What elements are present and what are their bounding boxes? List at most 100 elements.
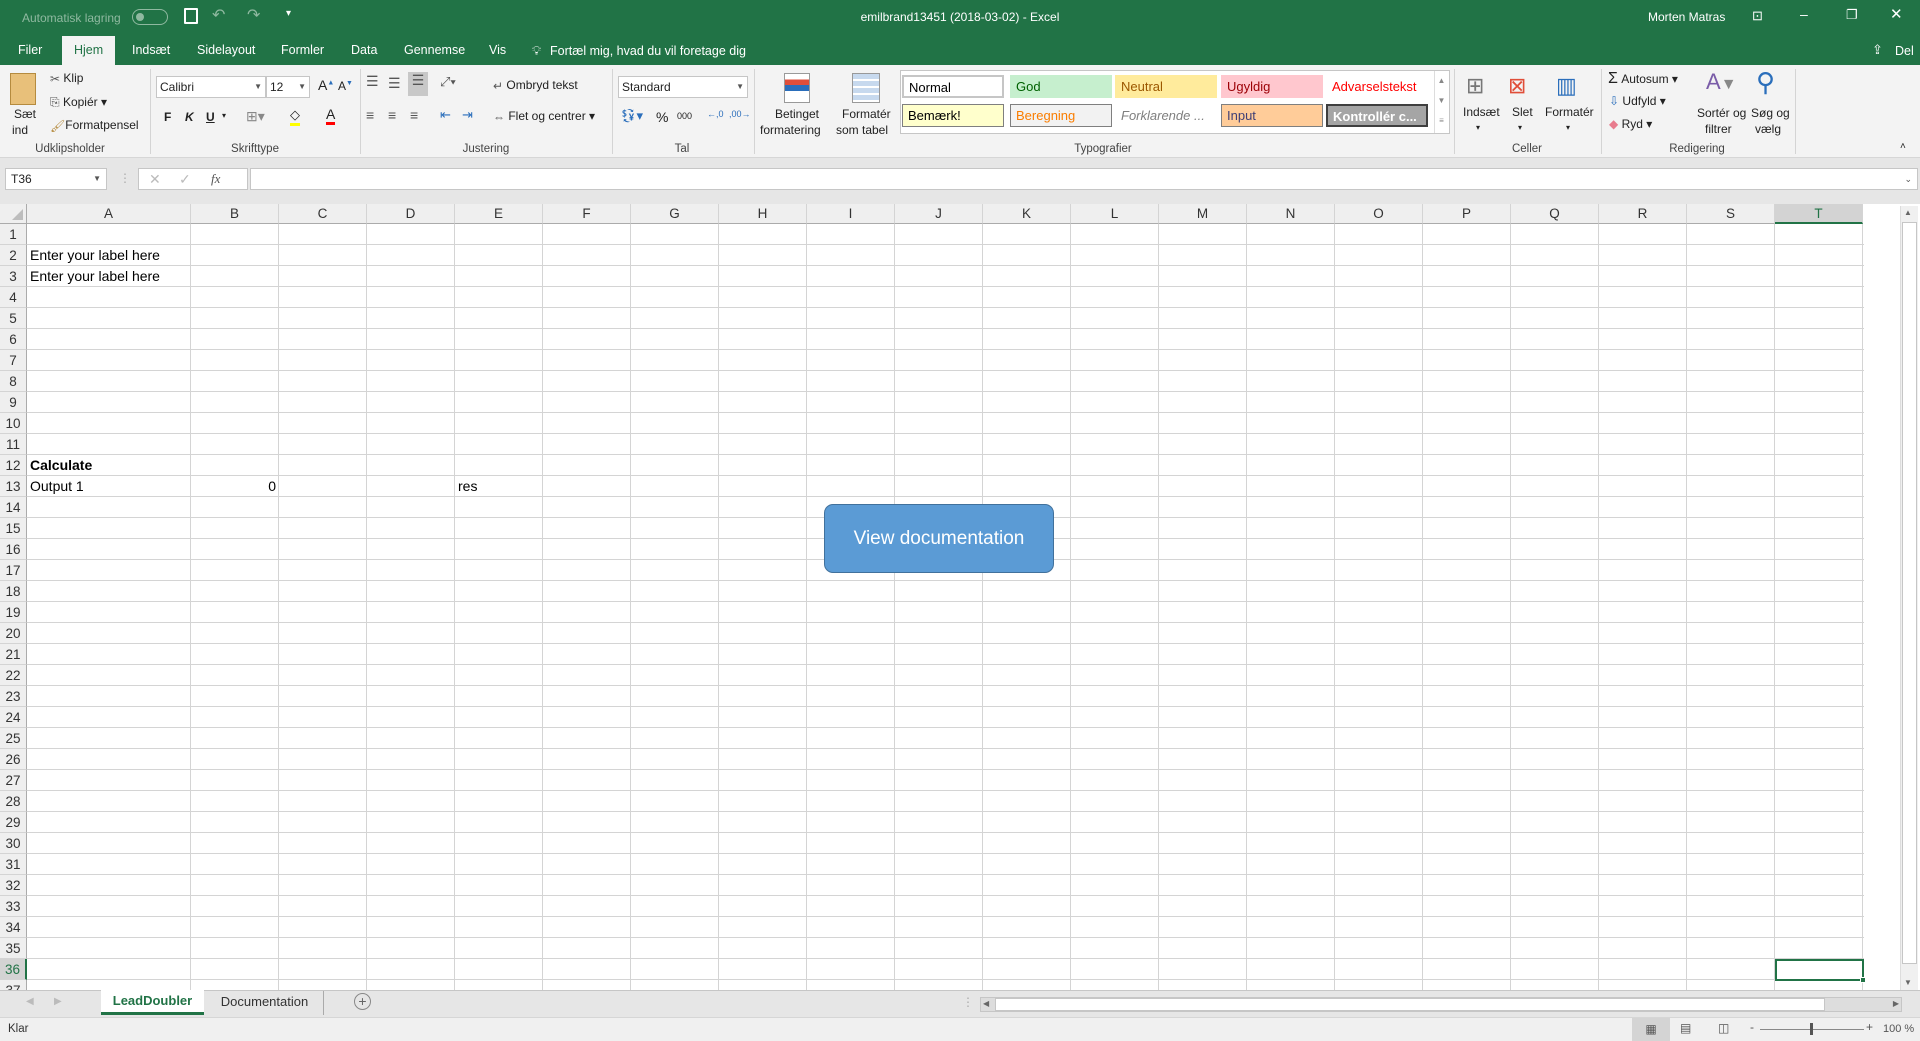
- percent-button[interactable]: %: [656, 109, 668, 125]
- zoom-slider[interactable]: [1760, 1023, 1864, 1035]
- row-header-20[interactable]: 20: [0, 623, 27, 644]
- row-header-27[interactable]: 27: [0, 770, 27, 791]
- scroll-down-icon[interactable]: ▼: [1904, 978, 1912, 987]
- user-name[interactable]: Morten Matras: [1648, 10, 1725, 24]
- format-cells-dropdown[interactable]: ▾: [1566, 123, 1570, 132]
- row-header-33[interactable]: 33: [0, 896, 27, 917]
- page-layout-view-icon[interactable]: ▤: [1680, 1021, 1691, 1035]
- tab-gennemse[interactable]: Gennemse: [392, 36, 477, 65]
- row-header-6[interactable]: 6: [0, 329, 27, 350]
- row-header-30[interactable]: 30: [0, 833, 27, 854]
- row-header-15[interactable]: 15: [0, 518, 27, 539]
- gallery-scroll[interactable]: ▲ ▼ ≡: [1434, 71, 1448, 133]
- increase-decimal-icon[interactable]: ←,0: [707, 109, 724, 119]
- cell-style-ugyldig[interactable]: Ugyldig: [1221, 75, 1323, 98]
- cell-style-normal[interactable]: Normal: [902, 75, 1004, 98]
- cut-button[interactable]: ✂ Klip: [50, 71, 83, 86]
- find-select-icon[interactable]: ⚲: [1756, 67, 1775, 98]
- insert-cells-button[interactable]: Indsæt: [1463, 105, 1500, 119]
- cell-a13[interactable]: Output 1: [27, 476, 191, 497]
- font-size-select[interactable]: 12 ▼: [266, 76, 310, 98]
- row-header-32[interactable]: 32: [0, 875, 27, 896]
- number-format-select[interactable]: Standard ▼: [618, 76, 748, 98]
- decrease-font-icon[interactable]: A▼: [338, 79, 353, 93]
- normal-view-icon[interactable]: ▦: [1632, 1018, 1670, 1041]
- column-header-o[interactable]: O: [1335, 204, 1423, 224]
- share-icon[interactable]: ⇪: [1872, 42, 1883, 58]
- collapse-ribbon-icon[interactable]: ˄: [1900, 141, 1906, 152]
- column-header-r[interactable]: R: [1599, 204, 1687, 224]
- column-header-l[interactable]: L: [1071, 204, 1159, 224]
- column-header-m[interactable]: M: [1159, 204, 1247, 224]
- format-cells-button[interactable]: Formatér: [1545, 105, 1594, 119]
- font-color-icon[interactable]: A: [326, 106, 336, 125]
- scroll-up-icon[interactable]: ▲: [1904, 208, 1912, 217]
- align-right-icon[interactable]: ≡: [410, 107, 418, 123]
- row-header-34[interactable]: 34: [0, 917, 27, 938]
- save-icon[interactable]: [184, 8, 198, 24]
- cell-style-advarselstekst[interactable]: Advarselstekst: [1326, 75, 1428, 98]
- underline-dropdown[interactable]: ▾: [222, 111, 226, 120]
- vertical-scrollbar[interactable]: ▲ ▼: [1900, 206, 1918, 990]
- align-middle-icon[interactable]: ☰: [388, 75, 401, 92]
- insert-cells-dropdown[interactable]: ▾: [1476, 123, 1480, 132]
- cell-style-input[interactable]: Input: [1221, 104, 1323, 127]
- column-header-f[interactable]: F: [543, 204, 631, 224]
- scroll-right-icon[interactable]: ▶: [1893, 999, 1899, 1008]
- column-header-p[interactable]: P: [1423, 204, 1511, 224]
- minimize-icon[interactable]: –: [1800, 6, 1808, 22]
- cancel-icon[interactable]: ✕: [149, 171, 161, 188]
- cell-style-kontroll-r-c[interactable]: Kontrollér c...: [1326, 104, 1428, 127]
- cell-a12[interactable]: Calculate: [27, 455, 191, 476]
- close-icon[interactable]: ✕: [1890, 5, 1903, 23]
- column-header-e[interactable]: E: [455, 204, 543, 224]
- tab-vis[interactable]: Vis: [477, 36, 518, 65]
- restore-icon[interactable]: ❐: [1846, 7, 1858, 23]
- tab-sidelayout[interactable]: Sidelayout: [185, 36, 267, 65]
- align-top-icon[interactable]: ☰: [366, 73, 379, 90]
- copy-button[interactable]: ⎘ Kopiér ▾: [50, 95, 107, 110]
- row-header-36[interactable]: 36: [0, 959, 27, 980]
- sheet-tab-documentation[interactable]: Documentation: [206, 991, 324, 1015]
- row-header-10[interactable]: 10: [0, 413, 27, 434]
- column-header-c[interactable]: C: [279, 204, 367, 224]
- sort-filter-label-1[interactable]: Sortér og: [1697, 106, 1746, 120]
- sort-filter-label-2[interactable]: filtrer: [1705, 122, 1732, 136]
- undo-icon[interactable]: ↶: [212, 5, 225, 25]
- column-header-j[interactable]: J: [895, 204, 983, 224]
- orientation-icon[interactable]: ⤢▾: [440, 74, 456, 90]
- row-header-25[interactable]: 25: [0, 728, 27, 749]
- add-sheet-icon[interactable]: +: [354, 993, 371, 1010]
- column-header-d[interactable]: D: [367, 204, 455, 224]
- find-select-label-1[interactable]: Søg og: [1751, 106, 1790, 120]
- increase-font-icon[interactable]: A▲: [318, 77, 334, 93]
- column-header-k[interactable]: K: [983, 204, 1071, 224]
- column-header-n[interactable]: N: [1247, 204, 1335, 224]
- row-header-19[interactable]: 19: [0, 602, 27, 623]
- row-header-11[interactable]: 11: [0, 434, 27, 455]
- sheet-tab-leaddoubler[interactable]: LeadDoubler: [101, 990, 204, 1015]
- tab-data[interactable]: Data: [339, 36, 389, 65]
- row-header-8[interactable]: 8: [0, 371, 27, 392]
- format-as-table-label-2[interactable]: som tabel: [836, 123, 888, 137]
- row-header-2[interactable]: 2: [0, 245, 27, 266]
- format-painter-button[interactable]: 🖌︎Formatpensel: [50, 118, 139, 133]
- row-header-7[interactable]: 7: [0, 350, 27, 371]
- row-header-28[interactable]: 28: [0, 791, 27, 812]
- bold-button[interactable]: F: [164, 110, 171, 124]
- cell-style-god[interactable]: God: [1010, 75, 1112, 98]
- row-header-12[interactable]: 12: [0, 455, 27, 476]
- font-name-select[interactable]: Calibri ▼: [156, 76, 266, 98]
- column-header-b[interactable]: B: [191, 204, 279, 224]
- row-header-35[interactable]: 35: [0, 938, 27, 959]
- borders-icon[interactable]: ⊞▾: [246, 108, 265, 125]
- conditional-formatting-label-1[interactable]: Betinget: [774, 107, 820, 121]
- horizontal-scroll-thumb[interactable]: [995, 998, 1825, 1011]
- cell-style-beregning[interactable]: Beregning: [1010, 104, 1112, 127]
- column-header-h[interactable]: H: [719, 204, 807, 224]
- row-header-9[interactable]: 9: [0, 392, 27, 413]
- row-header-24[interactable]: 24: [0, 707, 27, 728]
- tell-me-input[interactable]: Fortæl mig, hvad du vil foretage dig: [550, 44, 746, 58]
- align-left-icon[interactable]: ≡: [366, 107, 374, 123]
- row-header-22[interactable]: 22: [0, 665, 27, 686]
